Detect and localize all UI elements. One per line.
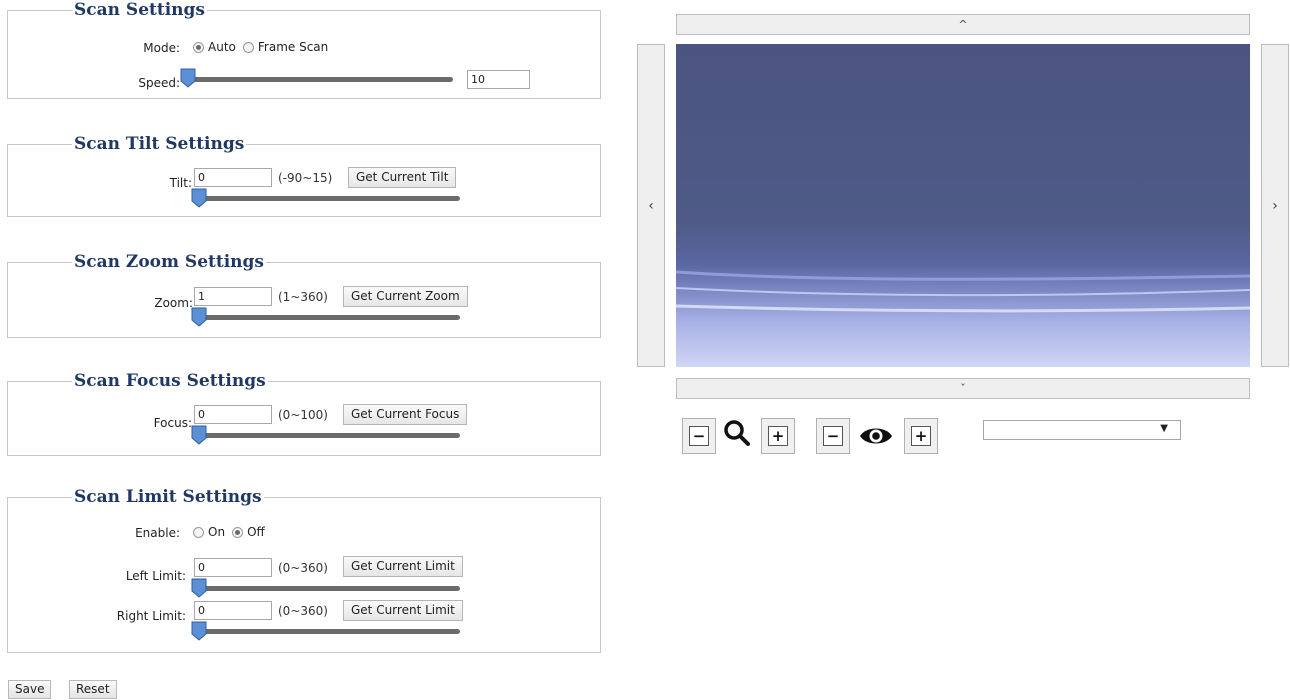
get-current-tilt-button[interactable]: Get Current Tilt — [348, 167, 457, 188]
minus-icon: − — [689, 426, 709, 446]
pan-up-button[interactable]: ^ — [676, 14, 1250, 35]
left-limit-slider-track[interactable] — [194, 586, 460, 591]
mode-auto-label: Auto — [208, 40, 236, 54]
eye-icon — [856, 420, 896, 452]
enable-on-radio[interactable] — [193, 526, 204, 538]
focus-settings-title: Scan Focus Settings — [74, 371, 266, 391]
enable-label: Enable: — [135, 526, 180, 540]
tilt-settings-title: Scan Tilt Settings — [74, 134, 245, 154]
mode-auto-radio[interactable] — [193, 41, 204, 53]
scan-settings-title: Scan Settings — [74, 0, 205, 20]
pan-right-button[interactable]: › — [1261, 44, 1289, 367]
zoom-in-button[interactable]: + — [761, 418, 795, 454]
zoom-range: (1~360) — [278, 290, 328, 304]
speed-input[interactable]: 10 — [467, 70, 530, 89]
get-current-right-limit-button[interactable]: Get Current Limit — [343, 600, 463, 621]
zoom-slider-thumb[interactable] — [191, 307, 207, 327]
get-current-left-limit-button[interactable]: Get Current Limit — [343, 556, 463, 577]
minus-icon: − — [823, 426, 843, 446]
iris-open-button[interactable]: + — [904, 418, 938, 454]
left-limit-input[interactable]: 0 — [194, 558, 272, 577]
mode-frame-scan-radio[interactable] — [242, 41, 254, 53]
speed-slider-thumb[interactable] — [180, 68, 196, 88]
magnifier-icon — [721, 418, 753, 450]
tilt-range: (-90~15) — [278, 171, 333, 185]
plus-icon: + — [911, 426, 931, 446]
right-limit-input[interactable]: 0 — [194, 601, 272, 620]
limit-settings-title: Scan Limit Settings — [74, 487, 262, 507]
speed-label: Speed: — [138, 76, 180, 90]
get-current-zoom-button[interactable]: Get Current Zoom — [343, 286, 468, 307]
zoom-label: Zoom: — [154, 296, 193, 310]
zoom-out-button[interactable]: − — [682, 418, 716, 454]
dropdown-triangle-icon: ▼ — [1160, 423, 1168, 434]
focus-input[interactable]: 0 — [194, 405, 272, 424]
right-limit-slider-thumb[interactable] — [191, 621, 207, 641]
right-limit-label: Right Limit: — [116, 609, 186, 623]
tilt-slider-thumb[interactable] — [191, 188, 207, 208]
pan-left-button[interactable]: ‹ — [637, 44, 665, 367]
focus-range: (0~100) — [278, 408, 328, 422]
plus-icon: + — [768, 426, 788, 446]
get-current-focus-button[interactable]: Get Current Focus — [343, 404, 468, 425]
save-button[interactable]: Save — [8, 680, 52, 699]
chevron-right-icon: › — [1272, 197, 1278, 214]
enable-off-label: Off — [247, 525, 265, 539]
focus-slider-thumb[interactable] — [191, 425, 207, 445]
left-limit-range: (0~360) — [278, 561, 328, 575]
left-limit-slider-thumb[interactable] — [191, 578, 207, 598]
video-stream — [676, 44, 1250, 367]
tilt-input[interactable]: 0 — [194, 168, 272, 187]
left-limit-label: Left Limit: — [125, 569, 186, 583]
zoom-settings-title: Scan Zoom Settings — [74, 252, 264, 272]
right-limit-slider-track[interactable] — [194, 629, 460, 634]
pan-down-button[interactable]: ˇ — [676, 378, 1250, 399]
enable-on-label: On — [208, 525, 226, 539]
zoom-input[interactable]: 1 — [194, 287, 272, 306]
reset-button[interactable]: Reset — [69, 680, 117, 699]
mode-radio-group: Auto Frame Scan — [193, 40, 335, 54]
zoom-slider-track[interactable] — [194, 315, 460, 320]
tilt-slider-track[interactable] — [194, 196, 460, 201]
chevron-up-icon: ^ — [958, 18, 968, 31]
focus-slider-track[interactable] — [194, 433, 460, 438]
speed-slider-track[interactable] — [183, 77, 453, 82]
enable-off-radio[interactable] — [232, 526, 244, 538]
right-limit-range: (0~360) — [278, 604, 328, 618]
focus-label: Focus: — [153, 416, 192, 430]
mode-label: Mode: — [143, 41, 180, 55]
preset-select[interactable]: ▼ — [983, 420, 1181, 440]
enable-radio-group: On Off — [193, 525, 272, 539]
mode-frame-scan-label: Frame Scan — [257, 40, 329, 54]
tilt-label: Tilt: — [169, 176, 192, 190]
chevron-down-icon: ˇ — [960, 382, 966, 395]
iris-close-button[interactable]: − — [816, 418, 850, 454]
chevron-left-icon: ‹ — [648, 197, 654, 214]
video-frame-graphic — [676, 270, 1250, 313]
